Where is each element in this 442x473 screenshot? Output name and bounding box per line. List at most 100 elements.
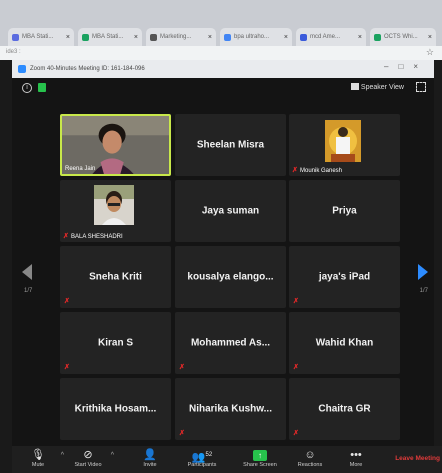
info-icon[interactable]: i [22, 83, 32, 93]
video-off-icon: ⊘ [83, 449, 93, 461]
smiley-icon: ☺ [304, 449, 316, 461]
participant-name: Jaya suman [201, 205, 260, 217]
meeting-toolbar: 🎙 Mute ^ ⊘ Start Video ^ 👤 Invite 👥52 Pa… [12, 446, 442, 473]
participants-button[interactable]: 👥52 Participants [180, 446, 224, 473]
more-label: More [349, 462, 363, 468]
more-button[interactable]: ••• More [334, 446, 378, 473]
participant-tile-mounik-ganesh[interactable]: ✗ Mounik Ganesh [289, 114, 400, 176]
speaker-view-button[interactable]: Speaker View [350, 83, 404, 91]
tab-close-icon[interactable]: × [134, 34, 138, 41]
muted-mic-icon: ✗ [179, 364, 185, 371]
bookmark-star-icon[interactable]: ☆ [426, 47, 434, 58]
tab-close-icon[interactable]: × [66, 34, 70, 41]
tab-close-icon[interactable]: × [284, 34, 288, 41]
page-indicator-left: 1/7 [24, 288, 33, 294]
muted-mic-icon: ✗ [293, 298, 299, 305]
tab-title: OCTS Whi... [384, 34, 418, 40]
participants-label: Participants [187, 462, 217, 468]
tab-title: bpa ultraho... [234, 34, 270, 40]
share-screen-icon: ↑ [238, 449, 282, 462]
participant-name: Niharika Kushw... [189, 403, 272, 415]
participant-name: Mounik Ganesh [300, 167, 343, 174]
browser-tab[interactable]: mcd Ame... × [296, 28, 366, 46]
participant-name-label: ✗ Mounik Ganesh [292, 167, 342, 174]
participant-name: Krithika Hosam... [74, 403, 157, 415]
address-bar[interactable]: ide3 : ☆ [0, 46, 442, 60]
participant-name: BALA SHESHADRI [71, 233, 123, 240]
fullscreen-icon[interactable] [416, 82, 426, 92]
muted-mic-icon: ✗ [64, 364, 70, 371]
participant-tile-krithika[interactable]: Krithika Hosam... [60, 378, 171, 440]
participant-avatar [325, 120, 361, 162]
speaker-view-label: Speaker View [360, 84, 404, 91]
browser-tab[interactable]: MBA Stati... × [78, 28, 142, 46]
invite-label: Invite [143, 462, 157, 468]
zoom-title-bar: Zoom 40-Minutes Meeting ID: 161-184-096 … [12, 60, 434, 78]
muted-mic-icon: ✗ [292, 167, 298, 174]
reactions-button[interactable]: ☺ Reactions [288, 446, 332, 473]
more-dots-icon: ••• [350, 449, 362, 461]
participant-name: Sheelan Misra [196, 139, 265, 151]
add-person-icon: 👤 [143, 449, 157, 461]
participant-tile-kousalya-elango[interactable]: kousalya elango... [175, 246, 286, 308]
participant-name: Sneha Kriti [89, 271, 142, 283]
tab-favicon-icon [224, 33, 231, 41]
participant-tile-sneha-kriti[interactable]: Sneha Kriti ✗ [60, 246, 171, 308]
invite-button[interactable]: 👤 Invite [128, 446, 172, 473]
participant-name-label: ✗ BALA SHESHADRI [63, 233, 123, 240]
previous-page-arrow-icon[interactable] [22, 264, 32, 280]
participant-name-label: Reena Jain [65, 166, 95, 172]
participant-tile-bala-sheshadri[interactable]: ✗ BALA SHESHADRI [60, 180, 171, 242]
participant-tile-chaitra-gr[interactable]: Chaitra GR ✗ [289, 378, 400, 440]
muted-mic-icon: ✗ [293, 364, 299, 371]
mute-label: Mute [31, 462, 45, 468]
participant-name: Priya [332, 205, 357, 217]
share-screen-label: Share Screen [243, 462, 277, 468]
encryption-lock-icon[interactable] [38, 83, 46, 92]
mute-button[interactable]: 🎙 Mute ^ [16, 446, 64, 473]
participant-name: Reena Jain [65, 166, 96, 172]
next-page-arrow-icon[interactable] [418, 264, 428, 280]
window-controls[interactable]: –□× [384, 62, 428, 71]
share-screen-button[interactable]: ↑ Share Screen [238, 446, 282, 473]
browser-tab[interactable]: MBA Stati... × [8, 28, 74, 46]
browser-tab[interactable]: Marketing... × [146, 28, 216, 46]
participant-name: Kiran S [97, 337, 133, 349]
participant-tile-priya[interactable]: Priya [289, 180, 400, 242]
participant-tile-kiran-s[interactable]: Kiran S ✗ [60, 312, 171, 374]
participant-name: Wahid Khan [315, 337, 374, 349]
tab-favicon-icon [300, 33, 307, 41]
participant-tile-reena-jain[interactable]: Reena Jain [60, 114, 171, 176]
address-text: ide3 : [6, 49, 21, 55]
window-title: Zoom 40-Minutes Meeting ID: 161-184-096 [30, 66, 145, 72]
tab-close-icon[interactable]: × [208, 34, 212, 41]
tab-title: MBA Stati... [22, 34, 54, 40]
participant-avatar [94, 185, 134, 225]
meeting-topbar: i Speaker View [12, 78, 434, 98]
start-video-label: Start Video [74, 462, 102, 468]
participant-tile-sheelan-misra[interactable]: Sheelan Misra [175, 114, 286, 176]
browser-tab[interactable]: bpa ultraho... × [220, 28, 292, 46]
tab-title: Marketing... [160, 34, 192, 40]
muted-mic-icon: ✗ [179, 430, 185, 437]
leave-meeting-button[interactable]: Leave Meeting [395, 455, 440, 462]
start-video-button[interactable]: ⊘ Start Video ^ [66, 446, 114, 473]
tab-close-icon[interactable]: × [358, 34, 362, 41]
muted-mic-icon: ✗ [64, 298, 70, 305]
tab-favicon-icon [12, 33, 19, 41]
meeting-area: i Speaker View Reena Jain Sheelan Misra [12, 78, 434, 446]
participant-tile-jayas-ipad[interactable]: jaya's iPad ✗ [289, 246, 400, 308]
tab-favicon-icon [82, 33, 89, 41]
tab-title: mcd Ame... [310, 34, 341, 40]
video-options-caret-icon[interactable]: ^ [111, 452, 114, 459]
browser-tab[interactable]: OCTS Whi... × [370, 28, 436, 46]
tab-close-icon[interactable]: × [428, 34, 432, 41]
participant-tile-jaya-suman[interactable]: Jaya suman [175, 180, 286, 242]
tab-favicon-icon [374, 33, 381, 41]
participant-tile-niharika[interactable]: Niharika Kushw... ✗ [175, 378, 286, 440]
participant-tile-wahid-khan[interactable]: Wahid Khan ✗ [289, 312, 400, 374]
audio-options-caret-icon[interactable]: ^ [61, 452, 64, 459]
participant-count: 52 [205, 452, 213, 458]
participant-tile-mohammed[interactable]: Mohammed As... ✗ [175, 312, 286, 374]
participant-name: jaya's iPad [318, 271, 371, 283]
